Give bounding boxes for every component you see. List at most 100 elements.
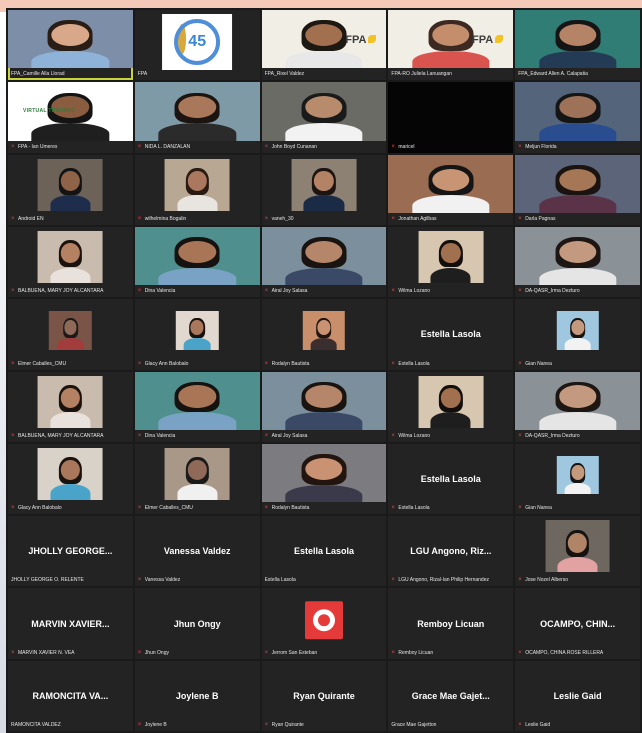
participant-tile[interactable]: VIRTUAL TRAINING × FPA - Ian Umeres: [8, 82, 133, 153]
participant-tile[interactable]: Joylene B × Joylene B: [134, 660, 260, 731]
participant-tile[interactable]: × BALBUENA, MARY JOY ALCANTARA: [8, 226, 133, 298]
participant-display-name: Ryan Quirante: [293, 690, 355, 701]
participant-name-label: × Remboy Licuan: [391, 650, 510, 657]
participant-name: LGU Angono, Rizal-Ian Philip Hernandez: [398, 577, 489, 584]
participant-name-label: JHOLLY GEORGE O. RELENTE: [11, 577, 130, 584]
participant-video: [515, 10, 640, 69]
participant-tile[interactable]: 45 FPA: [134, 10, 260, 81]
participant-name: Rodalyn Bautista: [271, 360, 310, 367]
participant-name-label: × Gian Nanea: [518, 361, 637, 368]
participant-tile[interactable]: × Android EN: [8, 154, 133, 225]
participant-tile[interactable]: × DA-QASR_Irma Dezturo: [515, 371, 640, 442]
participant-tile[interactable]: FPA_Edward Allen A. Calapatia: [515, 10, 640, 81]
participant-tile[interactable]: × Elmer Caballes_CMU: [8, 299, 133, 370]
participant-name-label: FPA-RO Juliela Lanuangan: [391, 71, 510, 78]
participant-name: MARVIN XAVIER N. VEA: [18, 649, 75, 656]
participant-name-label: × Estella Lasola: [391, 505, 510, 512]
participant-tile[interactable]: Estella Lasola Estella Lasola: [261, 516, 387, 587]
participant-tile[interactable]: × vaneh_30: [261, 154, 387, 225]
participant-tile[interactable]: Estella Lasola × Estella Lasola: [388, 299, 514, 370]
participant-tile[interactable]: × NIDA L. DANZALAN: [134, 82, 260, 153]
participant-tile[interactable]: × John Boyd Cunanan: [261, 82, 387, 153]
participant-name: John Boyd Cunanan: [271, 143, 317, 150]
participant-tile[interactable]: × Jose Nozel Alberso: [515, 516, 640, 587]
participant-tile[interactable]: Remboy Licuan × Remboy Licuan: [388, 588, 514, 659]
participant-tile[interactable]: Vanessa Valdez × Vanessa Valdez: [134, 516, 260, 587]
video-off-placeholder: [388, 82, 514, 153]
participant-tile[interactable]: Ryan Quirante × Ryan Quirante: [261, 660, 387, 731]
participant-face: [317, 320, 331, 335]
participant-name: Jose Nozel Alberso: [525, 577, 568, 584]
participant-tile[interactable]: × Rodalyn Bautista: [261, 443, 387, 515]
participant-video: [164, 447, 230, 501]
participant-name: Grace Mae Gajetton: [391, 722, 437, 728]
mic-off-icon: ×: [264, 432, 269, 439]
mic-off-icon: ×: [391, 505, 395, 512]
participant-name-label: × Meljun Florida: [518, 144, 637, 151]
participant-video: [302, 311, 346, 350]
participant-tile[interactable]: FPA FPA_Rixel Valdez: [261, 10, 387, 81]
participant-tile[interactable]: MARVIN XAVIER... × MARVIN XAVIER N. VEA: [8, 588, 133, 659]
participant-tile[interactable]: × Glacy Ann Balobalo: [8, 443, 133, 515]
virtual-training-banner: VIRTUAL TRAINING: [22, 107, 75, 114]
participant-name: Glacy Ann Balobalo: [144, 360, 189, 367]
participant-display-name: Vanessa Valdez: [163, 546, 231, 557]
participant-tile[interactable]: FPA FPA-RO Juliela Lanuangan: [388, 10, 514, 81]
participant-tile[interactable]: JHOLLY GEORGE... JHOLLY GEORGE O. RELENTE: [8, 516, 133, 587]
participant-tile[interactable]: × Wilma Lozano: [388, 226, 514, 298]
mic-off-icon: ×: [137, 722, 142, 728]
participant-name-label: Grace Mae Gajetton: [391, 722, 510, 729]
participant-tile[interactable]: Jhun Ongy × Jhun Ongy: [134, 588, 260, 659]
mic-off-icon: ×: [11, 649, 15, 656]
participant-tile[interactable]: × Darla Pagnas: [515, 154, 640, 225]
fpa-logo-text: FPA: [345, 34, 367, 47]
participant-display-name: Leslie Gaid: [553, 690, 602, 701]
participant-name: FPA_Camille Alla Llorad: [11, 71, 65, 78]
participant-tile[interactable]: LGU Angono, Riz... × LGU Angono, Rizal-Ian…: [388, 516, 514, 587]
participant-name: BALBUENA, MARY JOY ALCANTARA: [18, 288, 104, 295]
participant-tile[interactable]: × wilhelmina Bogalin: [134, 154, 260, 225]
participant-tile[interactable]: × Airal Joy Salasa: [261, 371, 387, 442]
participant-tile[interactable]: FPA_Camille Alla Llorad: [8, 10, 133, 81]
participant-tile[interactable]: Estella Lasola × Estella Lasola: [388, 443, 514, 515]
participant-tile[interactable]: Leslie Gaid × Leslie Gaid: [515, 660, 640, 731]
participant-tile[interactable]: Grace Mae Gajet... Grace Mae Gajetton: [388, 660, 514, 731]
participant-tile[interactable]: × Wilma Lozano: [388, 371, 514, 442]
participant-tile[interactable]: × DA-QASR_Irma Dezturo: [515, 226, 640, 298]
leaf-icon: [368, 35, 377, 44]
participant-tile[interactable]: RAMONCITA VA... RAMONCITA VALDEZ: [8, 660, 133, 731]
participant-tile[interactable]: × Gian Nanea: [515, 299, 640, 370]
anniversary-number: 45: [188, 33, 207, 51]
participant-face: [64, 320, 77, 335]
mic-off-icon: ×: [137, 649, 142, 656]
participant-name: Vanessa Valdez: [144, 577, 181, 584]
participant-tile[interactable]: × Jonathan Agilbas: [388, 154, 514, 225]
participant-body: [184, 338, 211, 350]
mic-off-icon: ×: [137, 577, 142, 584]
participant-tile[interactable]: × Glacy Ann Balobalo: [134, 299, 260, 370]
participant-name-label: × Wilma Lozano: [391, 288, 510, 295]
participant-body: [31, 50, 110, 69]
participant-tile[interactable]: × maricel: [388, 82, 514, 153]
participant-name: Dina Valencia: [144, 288, 176, 295]
participant-name: Joylene B: [144, 722, 167, 728]
mic-off-icon: ×: [137, 215, 142, 222]
participant-tile[interactable]: × Elmer Caballes_CMU: [134, 443, 260, 515]
participant-name: Gian Nanea: [525, 360, 552, 367]
participant-display-name: JHOLLY GEORGE...: [28, 546, 113, 557]
participant-name: Wilma Lozano: [398, 432, 431, 439]
participant-tile[interactable]: × Jerrom San Esteban: [261, 588, 387, 659]
participant-tile[interactable]: × Airal Joy Salasa: [261, 226, 387, 298]
participant-body: [564, 338, 591, 350]
participant-tile[interactable]: × Meljun Florida: [515, 82, 640, 153]
participant-video: [418, 375, 484, 428]
participant-tile[interactable]: × BALBUENA, MARY JOY ALCANTARA: [8, 371, 133, 442]
participant-video: [164, 158, 230, 211]
participant-tile[interactable]: × Dina Valencia: [134, 371, 260, 442]
participant-tile[interactable]: × Gian Nanea: [515, 443, 640, 515]
mic-off-icon: ×: [391, 360, 395, 367]
participant-name: BALBUENA, MARY JOY ALCANTARA: [18, 432, 104, 439]
participant-tile[interactable]: × Rodalyn Bautista: [261, 299, 387, 370]
participant-tile[interactable]: × Dina Valencia: [134, 226, 260, 298]
participant-tile[interactable]: OCAMPO, CHIN... × OCAMPO, CHINA ROSE RILLE…: [515, 588, 640, 659]
